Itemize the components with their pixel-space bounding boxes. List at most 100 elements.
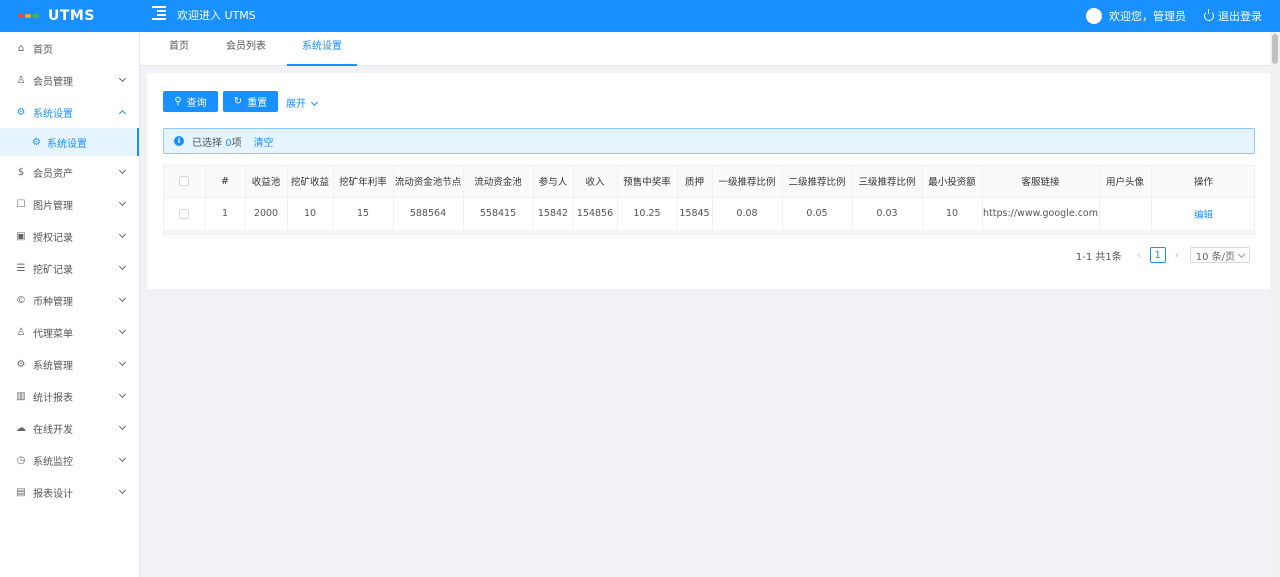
sidebar: ⌂ 首页 ♙ 会员管理 ⚙ 系统设置 ⚙ 系统设置 $ 会员资产 ☐ 图片管理 …: [0, 32, 140, 577]
column-header: 收益池: [245, 166, 288, 198]
column-header: 最小投资额: [922, 166, 983, 198]
sidebar-item-report-design[interactable]: ▤ 报表设计: [0, 476, 139, 508]
sidebar-item-label: 图片管理: [33, 200, 73, 212]
sidebar-item-statistics-report[interactable]: ▥ 统计报表: [0, 380, 139, 412]
row-checkbox[interactable]: [179, 208, 190, 219]
sidebar-item-label: 在线开发: [33, 424, 73, 436]
data-table: # 收益池 挖矿收益 挖矿年利率 流动资金池节点 流动资金池 参与人 收入 预售…: [163, 165, 1255, 235]
tab-system-settings[interactable]: 系统设置: [287, 32, 357, 66]
selection-suffix: 项: [231, 137, 242, 149]
table-cell-avatar: [1099, 197, 1152, 231]
table-cell: 15: [333, 197, 394, 231]
sidebar-item-label: 系统监控: [33, 456, 73, 468]
edit-link[interactable]: 编辑: [1194, 210, 1213, 221]
page-size-select[interactable]: 10 条/页: [1189, 247, 1250, 263]
welcome-title: 欢迎进入 UTMS: [177, 9, 256, 22]
sidebar-item-agent-menu[interactable]: ♙ 代理菜单: [0, 316, 139, 348]
image-icon: ☐: [16, 198, 26, 210]
expand-toggle[interactable]: 展开: [286, 95, 319, 110]
sidebar-item-image-management[interactable]: ☐ 图片管理: [0, 188, 139, 220]
gear-icon: ⚙: [16, 358, 26, 370]
tab-bar: 首页 会员列表 系统设置: [140, 32, 1280, 66]
chevron-down-icon: [118, 198, 127, 207]
header-right: 欢迎您，管理员 退出登录: [1086, 0, 1262, 32]
sidebar-item-currency-management[interactable]: © 币种管理: [0, 284, 139, 316]
table-cell: 10.25: [617, 197, 678, 231]
sidebar-item-label: 代理菜单: [33, 328, 73, 340]
page-number-button[interactable]: 1: [1149, 247, 1166, 263]
query-button[interactable]: ⚲ 查询: [163, 91, 218, 112]
column-header: 流动资金池节点: [393, 166, 464, 198]
sidebar-item-mining-records[interactable]: ☰ 挖矿记录: [0, 252, 139, 284]
sidebar-item-auth-records[interactable]: ▣ 授权记录: [0, 220, 139, 252]
logout-label: 退出登录: [1218, 10, 1262, 23]
sidebar-subitem-system-settings[interactable]: ⚙ 系统设置: [0, 128, 139, 156]
reset-button[interactable]: ↻ 重置: [223, 91, 278, 112]
chevron-down-icon: [118, 326, 127, 335]
column-header: 三级推荐比例: [852, 166, 923, 198]
column-header: 收入: [573, 166, 618, 198]
user-icon: ♙: [16, 326, 26, 338]
sidebar-item-system-admin[interactable]: ⚙ 系统管理: [0, 348, 139, 380]
select-all-checkbox[interactable]: [179, 176, 190, 187]
select-all-cell: [164, 166, 206, 198]
info-icon: i: [174, 136, 184, 146]
query-label: 查询: [186, 98, 207, 109]
sidebar-item-online-dev[interactable]: ☁ 在线开发: [0, 412, 139, 444]
column-header: 一级推荐比例: [712, 166, 783, 198]
chevron-down-icon: [118, 454, 127, 463]
selection-prefix: 已选择: [192, 137, 222, 149]
sidebar-item-label: 授权记录: [33, 232, 73, 244]
clear-selection-link[interactable]: 清空: [254, 134, 274, 149]
table-header-row: # 收益池 挖矿收益 挖矿年利率 流动资金池节点 流动资金池 参与人 收入 预售…: [164, 166, 1254, 198]
chevron-down-icon: [118, 422, 127, 431]
table-cell: 1: [205, 197, 246, 231]
column-header: 客服链接: [982, 166, 1100, 198]
chevron-down-icon: [118, 294, 127, 303]
sidebar-item-label: 系统管理: [33, 360, 73, 372]
avatar[interactable]: [1086, 8, 1102, 24]
table-cell: 2000: [245, 197, 288, 231]
sidebar-item-label: 挖矿记录: [33, 264, 73, 276]
menu-fold-icon[interactable]: [152, 5, 166, 20]
coin-icon: ©: [16, 294, 26, 306]
chevron-down-icon: [118, 262, 127, 271]
chevron-down-icon: [311, 98, 319, 107]
column-header: 挖矿收益: [287, 166, 334, 198]
logout-button[interactable]: 退出登录: [1204, 8, 1262, 24]
sidebar-item-system-monitor[interactable]: ◷ 系统监控: [0, 444, 139, 476]
logo-text: UTMS: [48, 8, 95, 24]
sidebar-item-home[interactable]: ⌂ 首页: [0, 32, 139, 64]
reset-label: 重置: [247, 98, 268, 109]
picture-icon: ▣: [16, 230, 26, 242]
user-greeting[interactable]: 欢迎您，管理员: [1109, 8, 1186, 24]
selection-text: 已选择 0项: [192, 134, 242, 149]
expand-label: 展开: [286, 99, 306, 110]
chevron-down-icon: [118, 74, 127, 83]
column-header: 操作: [1151, 166, 1254, 198]
list-icon: ☰: [16, 262, 26, 274]
sidebar-item-member-assets[interactable]: $ 会员资产: [0, 156, 139, 188]
table-cell-link: https://www.google.com: [982, 197, 1100, 231]
logo-mark-icon: [18, 12, 40, 20]
next-page-icon[interactable]: ›: [1170, 250, 1184, 261]
chevron-down-icon: [118, 390, 127, 399]
chevron-up-icon: [118, 109, 127, 118]
horizontal-scrollbar[interactable]: [164, 230, 1254, 234]
table-cell: 0.05: [782, 197, 853, 231]
scrollbar-thumb[interactable]: [1272, 34, 1278, 64]
sidebar-item-system-settings[interactable]: ⚙ 系统设置: [0, 96, 139, 128]
prev-page-icon[interactable]: ‹: [1132, 250, 1146, 261]
tab-home[interactable]: 首页: [160, 32, 198, 66]
selection-alert: i 已选择 0项 清空: [163, 128, 1255, 154]
pagination-total: 1-1 共1条: [1075, 251, 1122, 263]
sidebar-item-member-management[interactable]: ♙ 会员管理: [0, 64, 139, 96]
page-scrollbar[interactable]: [1270, 32, 1280, 577]
column-header: #: [205, 166, 246, 198]
cloud-icon: ☁: [16, 422, 26, 434]
chevron-down-icon: [118, 358, 127, 367]
tab-member-list[interactable]: 会员列表: [220, 32, 272, 66]
column-header: 挖矿年利率: [333, 166, 394, 198]
sidebar-item-label: 首页: [33, 44, 53, 56]
table-cell: 0.03: [852, 197, 923, 231]
